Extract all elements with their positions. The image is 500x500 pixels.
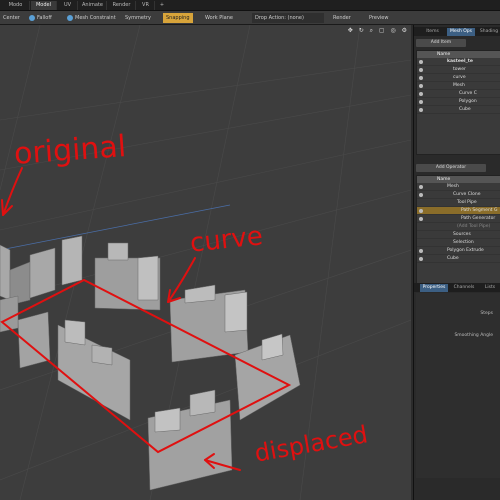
operators-list: Name Mesh Curve Clone Tool Pipe Path Seg… bbox=[416, 175, 500, 285]
steps-label: Steps bbox=[480, 311, 493, 316]
work-plane-button[interactable]: Work Plane bbox=[202, 13, 236, 23]
tab-shading[interactable]: Shading bbox=[477, 28, 500, 36]
falloff-button[interactable]: Falloff bbox=[26, 13, 55, 23]
list-item[interactable]: Cube bbox=[417, 255, 500, 263]
eye-icon[interactable] bbox=[419, 249, 423, 253]
list-item[interactable]: Polygon bbox=[417, 98, 500, 106]
preview-button[interactable]: Preview bbox=[366, 13, 391, 23]
3d-viewport[interactable]: original curve displaced ✥ ↻ ⌕ ▢ ◎ ⚙ bbox=[0, 25, 411, 500]
eye-icon[interactable] bbox=[419, 209, 423, 213]
list-item[interactable]: Tool Pipe bbox=[417, 199, 500, 207]
tab-items[interactable]: Items bbox=[420, 28, 445, 36]
ops-list-header: Name bbox=[417, 176, 500, 183]
properties-panel: Steps Smoothing Angle bbox=[416, 293, 500, 478]
tab-mesh-ops[interactable]: Mesh Ops bbox=[447, 28, 475, 36]
list-item[interactable]: curve bbox=[417, 74, 500, 82]
list-item[interactable]: Sources bbox=[417, 231, 500, 239]
list-item[interactable]: Mesh bbox=[417, 82, 500, 90]
items-list-header: Name bbox=[417, 51, 500, 58]
center-button[interactable]: Center bbox=[0, 13, 23, 23]
list-item[interactable]: Curve Clone bbox=[417, 191, 500, 199]
panel-bottom-tabs: Properties Channels Lists bbox=[414, 283, 500, 292]
main-toolbar: Center Falloff Mesh Constraint Symmetry … bbox=[0, 11, 500, 25]
snapping-button[interactable]: Snapping bbox=[163, 13, 193, 23]
drop-action-select[interactable]: Drop Action: (none) bbox=[252, 13, 324, 23]
list-item[interactable]: Mesh bbox=[417, 183, 500, 191]
add-item-button[interactable]: Add Item bbox=[416, 39, 466, 47]
eye-icon[interactable] bbox=[419, 60, 423, 64]
falloff-icon bbox=[29, 14, 35, 21]
tab-channels[interactable]: Channels bbox=[450, 284, 478, 292]
list-item[interactable]: kasteel_te bbox=[417, 58, 500, 66]
items-list: Name kasteel_te tower curve Mesh Curve C… bbox=[416, 50, 500, 155]
right-panel: Items Mesh Ops Shading Add Item Name kas… bbox=[413, 25, 500, 500]
eye-icon[interactable] bbox=[419, 76, 423, 80]
tab-model[interactable]: Model bbox=[31, 1, 57, 10]
list-item[interactable]: Path Segment G bbox=[417, 207, 500, 215]
eye-icon[interactable] bbox=[419, 100, 423, 104]
smoothing-angle-label: Smoothing Angle bbox=[454, 333, 493, 338]
eye-icon[interactable] bbox=[419, 193, 423, 197]
list-item[interactable]: Curve C bbox=[417, 90, 500, 98]
tab-modo[interactable]: Modo bbox=[2, 1, 30, 10]
list-item[interactable]: (Add Tool Pipe) bbox=[417, 223, 500, 231]
eye-icon[interactable] bbox=[419, 84, 423, 88]
eye-icon[interactable] bbox=[419, 185, 423, 189]
tab-animate[interactable]: Animate bbox=[79, 1, 107, 10]
list-item[interactable]: Polygon Extrude bbox=[417, 247, 500, 255]
list-item[interactable]: Cube bbox=[417, 106, 500, 114]
constraint-icon bbox=[67, 14, 73, 21]
list-item[interactable]: tower bbox=[417, 66, 500, 74]
tab-properties[interactable]: Properties bbox=[420, 284, 448, 292]
list-item[interactable]: Path Generator bbox=[417, 215, 500, 223]
add-tab-button[interactable]: + bbox=[156, 1, 168, 10]
eye-icon[interactable] bbox=[419, 217, 423, 221]
render-button[interactable]: Render bbox=[330, 13, 354, 23]
add-operator-button[interactable]: Add Operator bbox=[416, 164, 486, 172]
eye-icon[interactable] bbox=[419, 108, 423, 112]
list-item[interactable]: Selection bbox=[417, 239, 500, 247]
workspace-tab-bar: Modo Model UV Animate Render VR + bbox=[0, 0, 500, 11]
tab-uv[interactable]: UV bbox=[58, 1, 78, 10]
tab-lists[interactable]: Lists bbox=[480, 284, 500, 292]
eye-icon[interactable] bbox=[419, 257, 423, 261]
eye-icon[interactable] bbox=[419, 68, 423, 72]
panel-top-tabs: Items Mesh Ops Shading bbox=[414, 27, 500, 36]
tab-vr[interactable]: VR bbox=[137, 1, 155, 10]
mesh-constraint-button[interactable]: Mesh Constraint bbox=[64, 13, 119, 23]
eye-icon[interactable] bbox=[419, 92, 423, 96]
viewport-nav-icons[interactable]: ✥ ↻ ⌕ ▢ ◎ ⚙ bbox=[348, 27, 409, 35]
tab-render[interactable]: Render bbox=[108, 1, 136, 10]
symmetry-button[interactable]: Symmetry bbox=[122, 13, 154, 23]
